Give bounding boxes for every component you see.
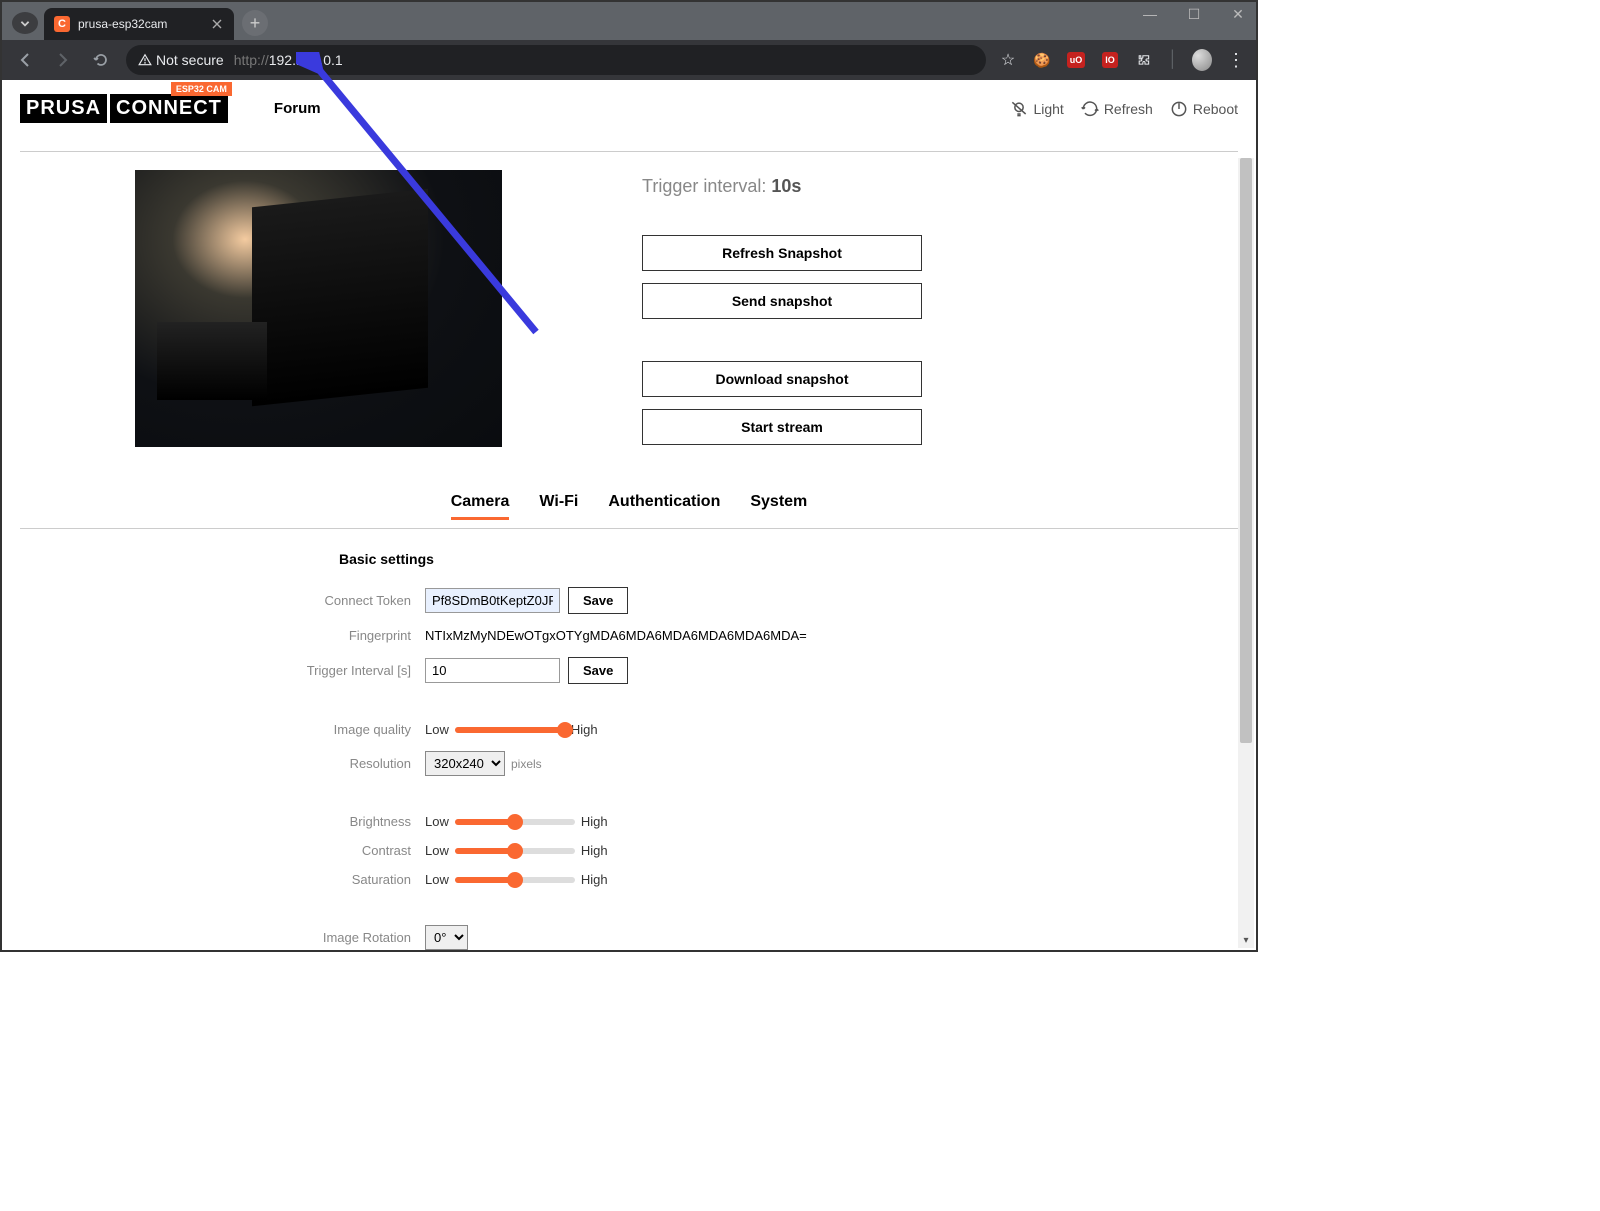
image-quality-label: Image quality [269,722,425,737]
logo[interactable]: PRUSA CONNECT ESP32 CAM [20,94,228,123]
profile-avatar-icon[interactable] [1192,50,1212,70]
not-secure-label: Not secure [156,52,224,68]
trigger-interval-label: Trigger Interval [s] [269,663,425,678]
tab-system[interactable]: System [750,487,807,520]
logo-tag: ESP32 CAM [171,82,232,96]
image-quality-slider[interactable] [455,727,565,733]
header-separator [20,151,1238,152]
brightness-slider[interactable] [455,819,575,825]
tab-title: prusa-esp32cam [78,17,202,31]
connect-token-label: Connect Token [269,593,425,608]
trigger-interval-label: Trigger interval: 10s [642,176,1022,197]
contrast-slider[interactable] [455,848,575,854]
nav-reload-button[interactable] [88,47,114,73]
tab-camera[interactable]: Camera [451,487,510,520]
refresh-button[interactable]: Refresh [1080,99,1153,119]
vertical-scrollbar[interactable]: ▾ [1238,158,1254,948]
extension-cookie-icon[interactable]: 🍪 [1032,50,1052,70]
window-maximize-icon[interactable]: ☐ [1184,6,1204,23]
window-minimize-icon[interactable]: — [1140,6,1160,23]
refresh-snapshot-button[interactable]: Refresh Snapshot [642,235,922,271]
rotation-select[interactable]: 0° [425,925,468,950]
connect-token-input[interactable] [425,588,560,613]
browser-tab[interactable]: C prusa-esp32cam [44,8,234,40]
tab-close-icon[interactable] [210,17,224,31]
fingerprint-value: NTIxMzMyNDEwOTgxOTYgMDA6MDA6MDA6MDA6MDA6… [425,628,807,643]
tab-wifi[interactable]: Wi-Fi [539,487,578,520]
url-input[interactable]: Not secure http://192.168.0.1 [126,45,986,75]
not-secure-badge[interactable]: Not secure [138,52,224,68]
light-button[interactable]: Light [1009,99,1063,119]
tab-search-button[interactable] [12,12,38,34]
window-close-icon[interactable]: ✕ [1228,6,1248,23]
new-tab-button[interactable]: + [242,10,268,36]
start-stream-button[interactable]: Start stream [642,409,922,445]
browser-tabs-bar: C prusa-esp32cam + — ☐ ✕ [2,2,1256,40]
nav-forward-button[interactable] [50,47,76,73]
fingerprint-label: Fingerprint [269,628,425,643]
rotation-label: Image Rotation [269,930,425,945]
brightness-label: Brightness [269,814,425,829]
settings-tabs: Camera Wi-Fi Authentication System [20,487,1238,520]
scrollbar-down-icon[interactable]: ▾ [1238,932,1254,948]
resolution-label: Resolution [269,756,425,771]
bookmark-star-icon[interactable]: ☆ [998,50,1018,70]
resolution-suffix: pixels [511,757,542,771]
trigger-interval-input[interactable] [425,658,560,683]
camera-snapshot [135,170,502,447]
basic-settings-title: Basic settings [339,551,989,567]
nav-back-button[interactable] [12,47,38,73]
resolution-select[interactable]: 320x240 [425,751,505,776]
reboot-button[interactable]: Reboot [1169,99,1238,119]
tabs-separator [20,528,1238,529]
extensions-puzzle-icon[interactable] [1134,50,1154,70]
trigger-interval-save-button[interactable]: Save [568,657,628,684]
extension-lastpass-icon[interactable]: lO [1100,50,1120,70]
saturation-slider[interactable] [455,877,575,883]
download-snapshot-button[interactable]: Download snapshot [642,361,922,397]
browser-address-bar: Not secure http://192.168.0.1 ☆ 🍪 uO lO … [2,40,1256,80]
saturation-label: Saturation [269,872,425,887]
connect-token-save-button[interactable]: Save [568,587,628,614]
url-text: http://192.168.0.1 [234,52,343,68]
tab-authentication[interactable]: Authentication [608,487,720,520]
tab-favicon-icon: C [54,16,70,32]
send-snapshot-button[interactable]: Send snapshot [642,283,922,319]
contrast-label: Contrast [269,843,425,858]
scrollbar-thumb[interactable] [1240,158,1252,743]
forum-link[interactable]: Forum [274,100,321,117]
browser-menu-icon[interactable]: ⋮ [1226,50,1246,70]
extension-ublock-icon[interactable]: uO [1066,50,1086,70]
